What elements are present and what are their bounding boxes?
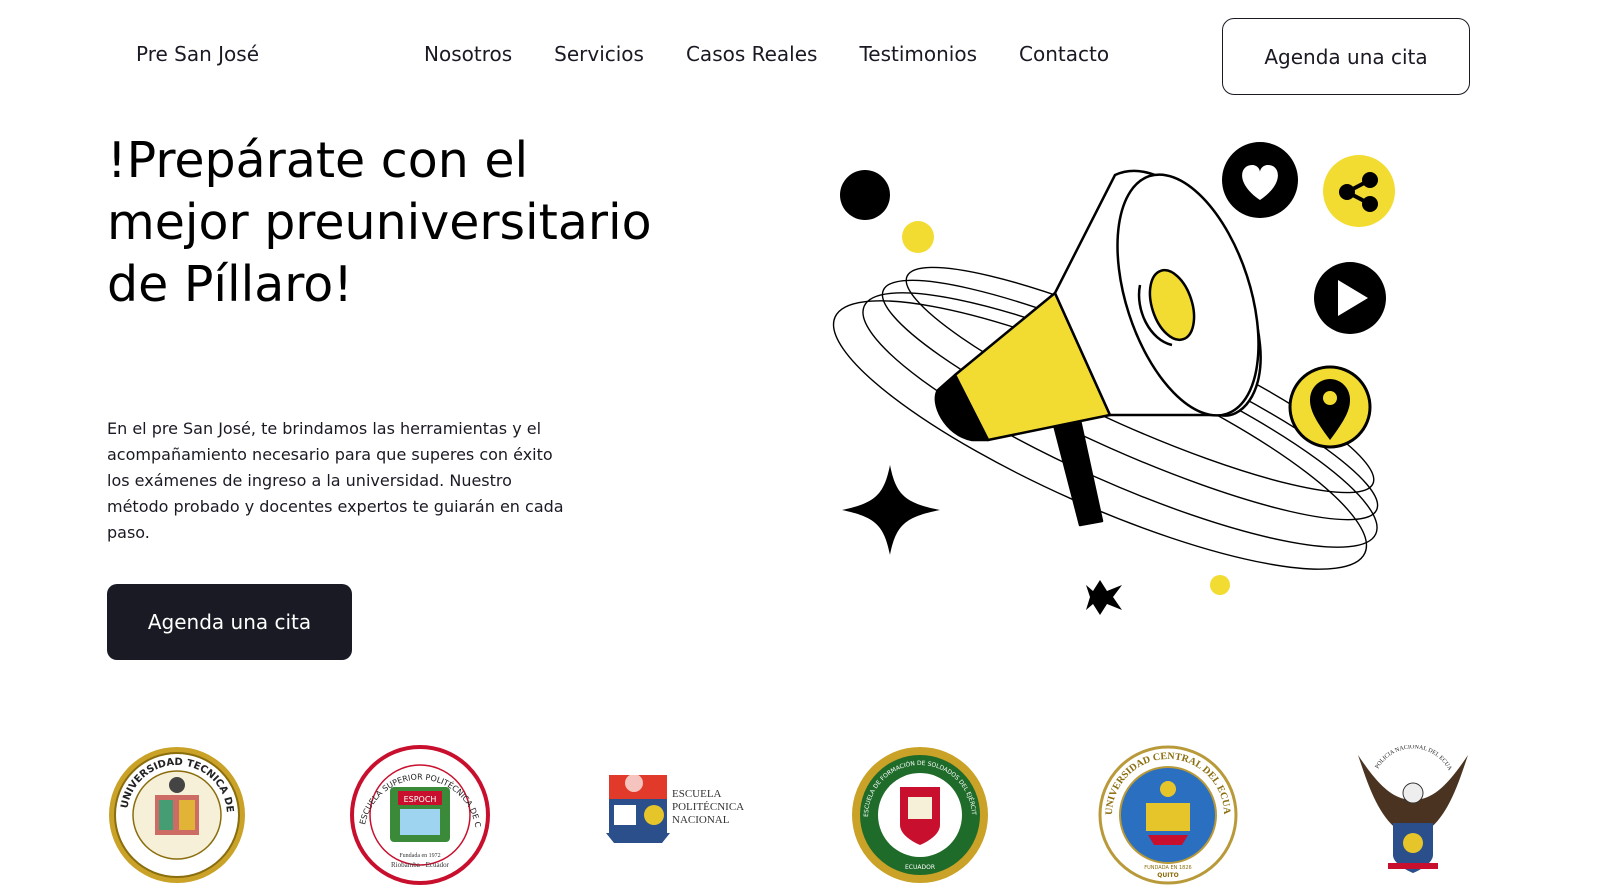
nav-link-nosotros[interactable]: Nosotros (424, 42, 512, 66)
play-icon (1314, 262, 1386, 334)
logo-espoch-badge: ESPOCH (404, 795, 437, 804)
nav-link-contacto[interactable]: Contacto (1019, 42, 1109, 66)
logo-epn-line-1: ESCUELA (672, 788, 722, 800)
black-dot (840, 170, 890, 220)
share-icon (1323, 155, 1395, 227)
logo-epn-line-3: NACIONAL (672, 814, 730, 826)
hero-title: !Prepárate con el mejor preuniversitario… (107, 132, 652, 313)
logo-policia-nacional: POLICIA NACIONAL DEL ECUADOR (1348, 745, 1468, 873)
logo-espoch-founded: Fundada en 1972 (399, 853, 440, 859)
logo-uce-founded: FUNDADA EN 1826 (1144, 865, 1191, 871)
yellow-dot (902, 221, 934, 253)
logo-soldados-country: ECUADOR (905, 864, 935, 871)
hero-description: En el pre San José, te brindamos las her… (107, 419, 564, 542)
logo-uce-city: QUITO (1157, 872, 1178, 879)
logo-epn: ESCUELA POLITÉCNICA NACIONAL (606, 774, 744, 843)
logo-escuela-soldados-ejercito: ESCUELA DE FORMACIÓN DE SOLDADOS DEL EJÉ… (850, 745, 988, 883)
nav-link-casos-reales[interactable]: Casos Reales (686, 42, 818, 66)
nav-book-appointment-button[interactable]: Agenda una cita (1222, 18, 1470, 95)
hero-book-appointment-button[interactable]: Agenda una cita (107, 584, 352, 660)
megaphone-illustration (832, 142, 1395, 615)
logo-universidad-tecnica-ambato: UNIVERSIDAD TECNICA DE AMBATO (107, 745, 245, 883)
nav-links: Nosotros Servicios Casos Reales Testimon… (424, 42, 1151, 66)
logo-epn-line-2: POLITÉCNICA (672, 801, 744, 813)
brand-logo-text[interactable]: Pre San José (136, 42, 259, 66)
nav-link-testimonios[interactable]: Testimonios (859, 42, 977, 66)
heart-icon (1222, 142, 1298, 218)
nav-link-servicios[interactable]: Servicios (554, 42, 644, 66)
small-star-icon (1086, 580, 1122, 615)
logo-espoch-location: Riobamba - Ecuador (391, 861, 450, 869)
location-pin-icon (1288, 365, 1372, 449)
sparkle-star-icon (842, 465, 940, 555)
logo-espoch: ESPOCH ESCUELA SUPERIOR POLITÉCNICA DE C… (350, 745, 490, 885)
megaphone-icon (934, 169, 1262, 527)
logo-universidad-central-ecuador: UNIVERSIDAD CENTRAL DEL ECUADOR FUNDADA … (1098, 745, 1238, 885)
university-logos-strip: UNIVERSIDAD TECNICA DE AMBATO ESPOCH ESC… (0, 745, 1600, 887)
yellow-dot-small (1210, 575, 1230, 595)
top-navbar: Pre San José Nosotros Servicios Casos Re… (0, 0, 1600, 112)
